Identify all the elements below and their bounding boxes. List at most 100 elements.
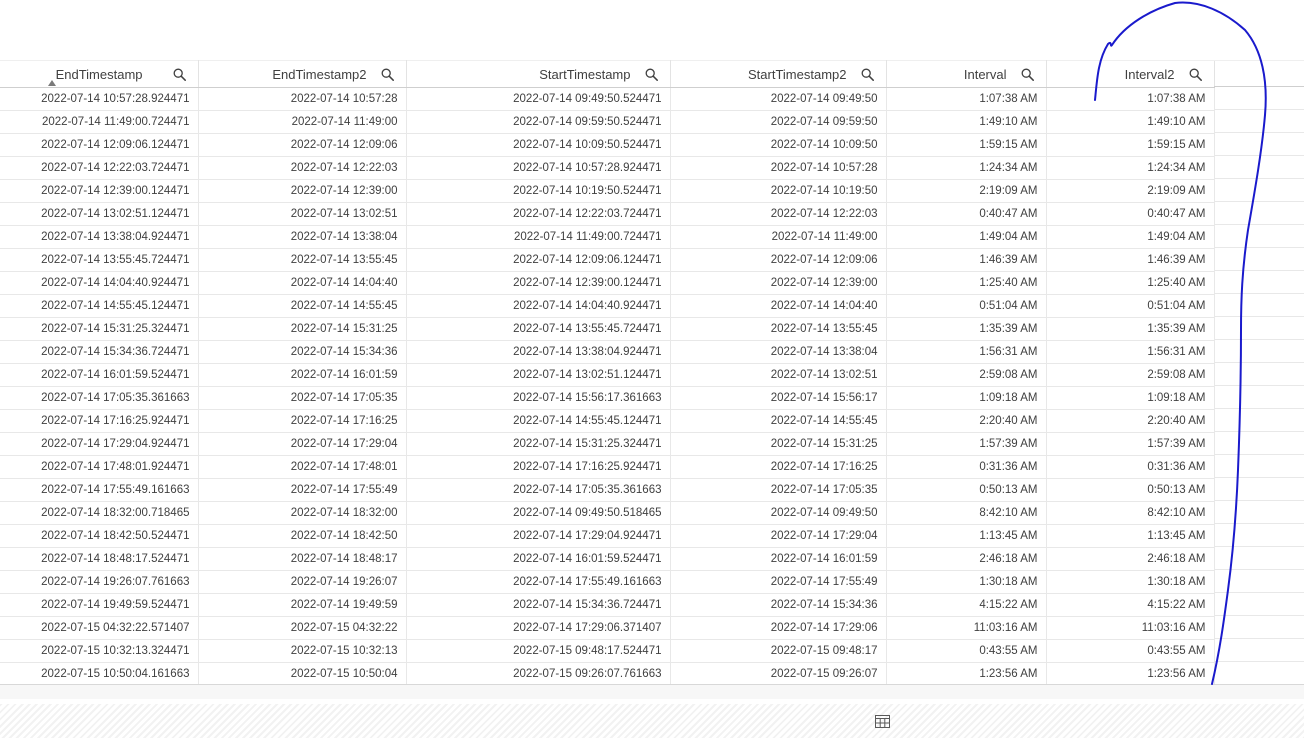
table-cell[interactable]: 2022-07-14 12:22:03.724471 [406,202,671,226]
table-cell[interactable]: 2022-07-14 13:38:04.924471 [0,225,199,249]
table-cell[interactable]: 1:07:38 AM [886,87,1047,111]
table-cell[interactable]: 2022-07-14 13:02:51.124471 [406,363,671,387]
table-cell[interactable]: 2022-07-14 15:31:25 [670,432,887,456]
table-cell[interactable]: 2022-07-14 11:49:00.724471 [0,110,199,134]
table-cell[interactable]: 2022-07-15 09:48:17 [670,639,887,663]
table-cell[interactable]: 0:50:13 AM [1046,478,1215,502]
table-cell[interactable]: 2022-07-14 14:04:40.924471 [406,294,671,318]
table-cell[interactable]: 2:46:18 AM [1046,547,1215,571]
table-view-icon[interactable] [875,715,890,728]
table-row[interactable]: 2022-07-14 19:49:59.524471 2022-07-14 19:… [0,593,1215,617]
table-cell[interactable]: 2022-07-15 10:50:04 [198,662,407,686]
table-cell[interactable]: 2022-07-14 11:49:00 [198,110,407,134]
table-cell[interactable]: 1:23:56 AM [886,662,1047,686]
column-header-endtimestamp[interactable]: EndTimestamp [0,60,199,88]
table-cell[interactable]: 2022-07-14 17:05:35 [670,478,887,502]
table-cell[interactable]: 2022-07-15 10:50:04.161663 [0,662,199,686]
table-row[interactable]: 2022-07-14 14:04:40.924471 2022-07-14 14:… [0,271,1215,295]
table-cell[interactable]: 2022-07-14 16:01:59.524471 [406,547,671,571]
table-cell[interactable]: 1:24:34 AM [1046,156,1215,180]
table-cell[interactable]: 0:51:04 AM [1046,294,1215,318]
table-cell[interactable]: 2022-07-14 15:34:36.724471 [0,340,199,364]
table-cell[interactable]: 2022-07-14 15:56:17 [670,386,887,410]
table-row[interactable]: 2022-07-15 10:32:13.324471 2022-07-15 10:… [0,639,1215,663]
table-cell[interactable]: 1:59:15 AM [1046,133,1215,157]
table-row[interactable]: 2022-07-14 12:09:06.124471 2022-07-14 12:… [0,133,1215,157]
table-cell[interactable]: 2022-07-14 18:42:50 [198,524,407,548]
table-cell[interactable]: 4:15:22 AM [1046,593,1215,617]
table-cell[interactable]: 2022-07-14 19:49:59 [198,593,407,617]
table-row[interactable]: 2022-07-14 12:39:00.124471 2022-07-14 12:… [0,179,1215,203]
table-cell[interactable]: 2022-07-14 15:56:17.361663 [406,386,671,410]
table-row[interactable]: 2022-07-14 13:55:45.724471 2022-07-14 13:… [0,248,1215,272]
table-row[interactable]: 2022-07-14 15:31:25.324471 2022-07-14 15:… [0,317,1215,341]
table-cell[interactable]: 2022-07-14 09:59:50.524471 [406,110,671,134]
table-row[interactable]: 2022-07-14 14:55:45.124471 2022-07-14 14:… [0,294,1215,318]
table-cell[interactable]: 2022-07-15 04:32:22 [198,616,407,640]
table-cell[interactable]: 2022-07-14 12:22:03 [198,156,407,180]
table-cell[interactable]: 1:30:18 AM [1046,570,1215,594]
table-cell[interactable]: 2022-07-14 13:38:04 [198,225,407,249]
table-cell[interactable]: 2022-07-14 17:16:25.924471 [0,409,199,433]
table-row[interactable]: 2022-07-14 18:42:50.524471 2022-07-14 18:… [0,524,1215,548]
table-row[interactable]: 2022-07-14 17:55:49.161663 2022-07-14 17:… [0,478,1215,502]
table-cell[interactable]: 2022-07-14 17:29:04.924471 [0,432,199,456]
table-cell[interactable]: 1:13:45 AM [1046,524,1215,548]
table-cell[interactable]: 2022-07-14 13:38:04.924471 [406,340,671,364]
table-cell[interactable]: 2022-07-14 18:48:17.524471 [0,547,199,571]
table-row[interactable]: 2022-07-15 10:50:04.161663 2022-07-15 10:… [0,662,1215,686]
table-cell[interactable]: 2022-07-14 12:39:00.124471 [406,271,671,295]
search-icon[interactable] [861,68,874,81]
table-row[interactable]: 2022-07-14 12:22:03.724471 2022-07-14 12:… [0,156,1215,180]
table-cell[interactable]: 2022-07-14 17:05:35 [198,386,407,410]
table-cell[interactable]: 2022-07-15 10:32:13 [198,639,407,663]
table-cell[interactable]: 2022-07-14 17:05:35.361663 [406,478,671,502]
table-cell[interactable]: 2022-07-14 17:29:06.371407 [406,616,671,640]
table-cell[interactable]: 0:43:55 AM [1046,639,1215,663]
table-cell[interactable]: 1:59:15 AM [886,133,1047,157]
table-cell[interactable]: 2022-07-14 11:49:00 [670,225,887,249]
table-cell[interactable]: 2022-07-14 17:55:49.161663 [406,570,671,594]
table-cell[interactable]: 2022-07-14 14:55:45 [670,409,887,433]
table-cell[interactable]: 2022-07-14 13:55:45.724471 [406,317,671,341]
table-cell[interactable]: 2022-07-14 11:49:00.724471 [406,225,671,249]
table-cell[interactable]: 2022-07-14 19:26:07.761663 [0,570,199,594]
table-cell[interactable]: 2022-07-14 16:01:59 [670,547,887,571]
table-row[interactable]: 2022-07-14 10:57:28.924471 2022-07-14 10:… [0,87,1215,111]
table-cell[interactable]: 2022-07-14 14:04:40 [198,271,407,295]
table-cell[interactable]: 2022-07-14 15:31:25.324471 [0,317,199,341]
table-cell[interactable]: 2022-07-14 13:55:45 [670,317,887,341]
table-cell[interactable]: 2022-07-14 17:16:25 [198,409,407,433]
table-row[interactable]: 2022-07-14 16:01:59.524471 2022-07-14 16:… [0,363,1215,387]
table-cell[interactable]: 1:35:39 AM [886,317,1047,341]
table-row[interactable]: 2022-07-14 17:48:01.924471 2022-07-14 17:… [0,455,1215,479]
table-cell[interactable]: 2022-07-14 19:49:59.524471 [0,593,199,617]
table-cell[interactable]: 2022-07-14 13:02:51 [670,363,887,387]
table-cell[interactable]: 2:19:09 AM [886,179,1047,203]
search-icon[interactable] [1189,68,1202,81]
table-cell[interactable]: 2:59:08 AM [1046,363,1215,387]
table-cell[interactable]: 8:42:10 AM [886,501,1047,525]
table-cell[interactable]: 2022-07-14 10:57:28 [670,156,887,180]
table-cell[interactable]: 2022-07-15 09:26:07 [670,662,887,686]
table-cell[interactable]: 2022-07-14 13:55:45.724471 [0,248,199,272]
table-cell[interactable]: 2022-07-14 10:19:50 [670,179,887,203]
table-cell[interactable]: 2022-07-14 17:16:25 [670,455,887,479]
table-cell[interactable]: 0:43:55 AM [886,639,1047,663]
table-row[interactable]: 2022-07-14 18:48:17.524471 2022-07-14 18:… [0,547,1215,571]
table-cell[interactable]: 2022-07-14 17:29:04 [198,432,407,456]
table-cell[interactable]: 2022-07-14 10:09:50.524471 [406,133,671,157]
column-header-interval[interactable]: Interval [886,60,1047,88]
table-cell[interactable]: 2022-07-14 12:39:00.124471 [0,179,199,203]
table-cell[interactable]: 1:49:10 AM [1046,110,1215,134]
table-cell[interactable]: 2022-07-14 13:38:04 [670,340,887,364]
table-cell[interactable]: 1:07:38 AM [1046,87,1215,111]
table-row[interactable]: 2022-07-14 18:32:00.718465 2022-07-14 18:… [0,501,1215,525]
table-cell[interactable]: 1:57:39 AM [1046,432,1215,456]
table-cell[interactable]: 2022-07-14 18:32:00.718465 [0,501,199,525]
table-cell[interactable]: 1:09:18 AM [1046,386,1215,410]
table-cell[interactable]: 2022-07-14 14:04:40.924471 [0,271,199,295]
table-cell[interactable]: 1:57:39 AM [886,432,1047,456]
table-row[interactable]: 2022-07-14 13:38:04.924471 2022-07-14 13:… [0,225,1215,249]
column-header-interval2[interactable]: Interval2 [1046,60,1215,88]
